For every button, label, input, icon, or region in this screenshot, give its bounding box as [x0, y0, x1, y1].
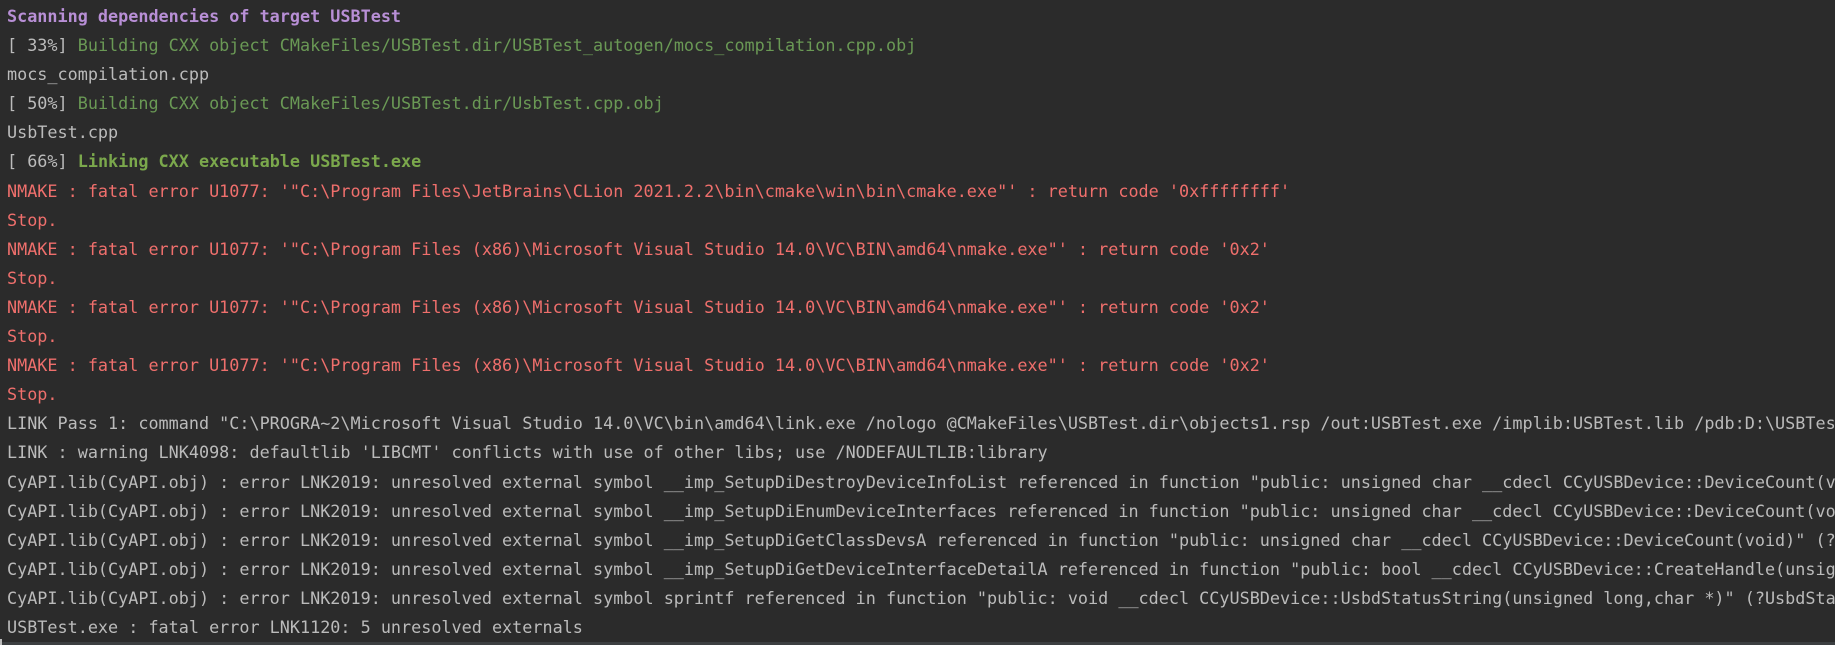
console-text: LINK : warning LNK4098: defaultlib 'LIBC… [7, 442, 1048, 463]
console-text: Building CXX object CMakeFiles/USBTest.d… [77, 35, 917, 56]
console-line-error: NMAKE : fatal error U1077: '"C:\Program … [7, 177, 1835, 206]
console-text: CyAPI.lib(CyAPI.obj) : error LNK2019: un… [7, 529, 1835, 550]
console-text: NMAKE : fatal error U1077: '"C:\Program … [7, 355, 1270, 376]
console-line-progress: [ 33%] Building CXX object CMakeFiles/US… [7, 31, 1835, 60]
console-line-error: Stop. [7, 322, 1835, 351]
console-line-progress: [ 50%] Building CXX object CMakeFiles/US… [7, 89, 1835, 118]
console-line-error: Stop. [7, 264, 1835, 293]
console-lines: Scanning dependencies of target USBTest [… [7, 2, 1835, 642]
console-line-error: NMAKE : fatal error U1077: '"C:\Program … [7, 235, 1835, 264]
console-text: NMAKE : fatal error U1077: '"C:\Program … [7, 296, 1270, 317]
console-text: LINK Pass 1: command "C:\PROGRA~2\Micros… [7, 413, 1835, 434]
console-text: USBTest.exe : fatal error LNK1120: 5 unr… [7, 616, 583, 637]
console-line-plain: CyAPI.lib(CyAPI.obj) : error LNK2019: un… [7, 468, 1835, 497]
console-line-plain: CyAPI.lib(CyAPI.obj) : error LNK2019: un… [7, 555, 1835, 584]
console-line-error: Stop. [7, 206, 1835, 235]
console-line-purple: Scanning dependencies of target USBTest [7, 2, 1835, 31]
console-line-plain: CyAPI.lib(CyAPI.obj) : error LNK2019: un… [7, 526, 1835, 555]
console-text: CyAPI.lib(CyAPI.obj) : error LNK2019: un… [7, 500, 1835, 521]
console-text: Stop. [7, 209, 58, 230]
text-cursor [0, 639, 2, 645]
console-line-plain: LINK : warning LNK4098: defaultlib 'LIBC… [7, 438, 1835, 467]
console-text: CyAPI.lib(CyAPI.obj) : error LNK2019: un… [7, 471, 1835, 492]
console-text: Building CXX object CMakeFiles/USBTest.d… [77, 93, 664, 114]
console-line-plain: USBTest.exe : fatal error LNK1120: 5 unr… [7, 613, 1835, 642]
console-line-error: NMAKE : fatal error U1077: '"C:\Program … [7, 351, 1835, 380]
console-text: NMAKE : fatal error U1077: '"C:\Program … [7, 180, 1291, 201]
build-output-console[interactable]: Scanning dependencies of target USBTest [… [0, 0, 1835, 645]
console-text: CyAPI.lib(CyAPI.obj) : error LNK2019: un… [7, 587, 1835, 608]
console-text: [ 66%] [7, 151, 78, 172]
console-line-error: Stop. [7, 380, 1835, 409]
console-text: Stop. [7, 267, 58, 288]
console-text: Scanning dependencies of target USBTest [7, 6, 402, 26]
console-line-plain: UsbTest.cpp [7, 118, 1835, 147]
console-text: NMAKE : fatal error U1077: '"C:\Program … [7, 238, 1270, 259]
console-text: [ 50%] [7, 93, 78, 114]
console-line-plain: CyAPI.lib(CyAPI.obj) : error LNK2019: un… [7, 584, 1835, 613]
console-line-plain: CyAPI.lib(CyAPI.obj) : error LNK2019: un… [7, 497, 1835, 526]
console-line-error: NMAKE : fatal error U1077: '"C:\Program … [7, 293, 1835, 322]
console-text: [ 33%] [7, 35, 78, 56]
console-text: Linking CXX executable USBTest.exe [77, 151, 422, 172]
console-text: mocs_compilation.cpp [7, 64, 210, 85]
console-line-plain: mocs_compilation.cpp [7, 60, 1835, 89]
console-text: Stop. [7, 384, 58, 405]
console-text: UsbTest.cpp [7, 122, 119, 143]
console-line-progress: [ 66%] Linking CXX executable USBTest.ex… [7, 147, 1835, 176]
console-text: Stop. [7, 326, 58, 347]
console-line-plain: LINK Pass 1: command "C:\PROGRA~2\Micros… [7, 409, 1835, 438]
console-text: CyAPI.lib(CyAPI.obj) : error LNK2019: un… [7, 558, 1835, 579]
